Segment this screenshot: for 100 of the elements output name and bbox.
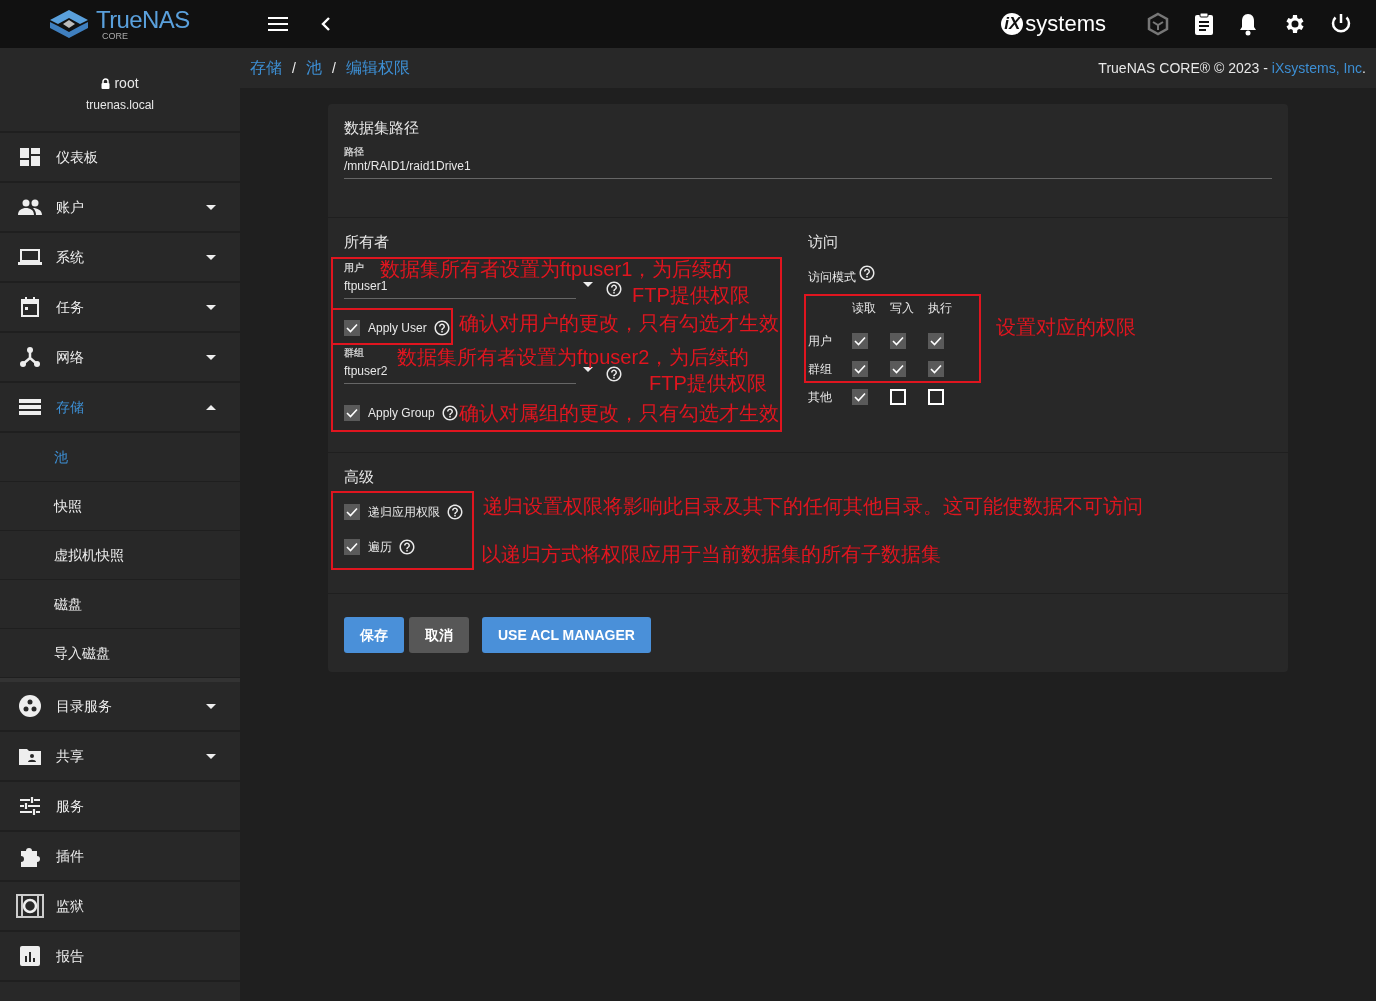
caret-down-icon: [206, 703, 216, 709]
storage-icon: [19, 399, 41, 415]
section-title: 所有者: [344, 232, 390, 252]
checkbox[interactable]: [928, 389, 944, 405]
breadcrumb-link[interactable]: 池: [305, 56, 322, 80]
sidebar-subitem[interactable]: 快照: [0, 482, 240, 531]
annotation-text: FTP提供权限: [632, 283, 750, 307]
help-icon[interactable]: [432, 319, 451, 337]
cancel-button[interactable]: 取消: [409, 617, 469, 653]
section-title: 访问: [808, 232, 839, 252]
cube-icon[interactable]: [1146, 12, 1170, 36]
power-icon[interactable]: [1330, 13, 1352, 35]
checkbox[interactable]: [852, 333, 868, 349]
annotation-text: 确认对属组的更改，只有勾选才生效: [459, 401, 779, 425]
bell-icon[interactable]: [1238, 12, 1258, 36]
row-label: 用户: [808, 333, 833, 350]
sidebar-item[interactable]: 共享: [0, 732, 240, 782]
row-label: 群组: [808, 361, 833, 378]
help-icon[interactable]: [446, 503, 464, 521]
field-label: 群组: [344, 347, 364, 359]
checkbox-label: Apply User: [368, 320, 427, 337]
dots-circle-icon: [19, 695, 41, 717]
checkbox[interactable]: [852, 389, 868, 405]
breadcrumb-separator: /: [331, 58, 336, 78]
dashboard-icon: [20, 148, 40, 166]
people-icon: [18, 199, 42, 215]
checkbox-label: 遍历: [368, 539, 392, 556]
row-label: 其他: [808, 389, 833, 406]
annotation-text: 以递归方式将权限应用于当前数据集的所有子数据集: [481, 542, 941, 566]
host-name: truenas.local: [85, 97, 154, 114]
checkbox[interactable]: [890, 361, 906, 377]
calendar-icon: [21, 297, 39, 317]
sidebar-item[interactable]: 插件: [0, 832, 240, 882]
checkbox[interactable]: [344, 320, 360, 336]
field-label: 用户: [344, 262, 364, 274]
laptop-icon: [18, 249, 42, 265]
copyright-end: .: [1362, 58, 1366, 78]
sidebar-item[interactable]: 存储: [0, 383, 240, 433]
checkbox-label: 递归应用权限: [368, 504, 440, 521]
sidebar-item[interactable]: 网络: [0, 333, 240, 383]
help-icon[interactable]: [605, 280, 623, 298]
copyright-text: TrueNAS CORE® © 2023 -: [1098, 58, 1268, 78]
sidebar-item[interactable]: 账户: [0, 183, 240, 233]
checkbox-label: Apply Group: [368, 405, 435, 422]
path-field[interactable]: 路径 /mnt/RAID1/raid1Drive1: [344, 146, 1272, 179]
folder-person-icon: [19, 747, 41, 765]
checkbox[interactable]: [928, 333, 944, 349]
cage-icon: [16, 894, 44, 918]
bar-chart-icon: [20, 946, 40, 966]
sliders-icon: [20, 796, 40, 816]
user-name: root: [114, 74, 139, 93]
column-header: 写入: [890, 300, 915, 317]
help-icon[interactable]: [440, 404, 459, 422]
annotation-text: 确认对用户的更改，只有勾选才生效: [459, 311, 779, 335]
sidebar-item[interactable]: 仪表板: [0, 133, 240, 183]
sidebar-subitem[interactable]: 池: [0, 433, 240, 482]
sidebar-subitem[interactable]: 虚拟机快照: [0, 531, 240, 580]
sidebar-item[interactable]: 监狱: [0, 882, 240, 932]
column-header: 执行: [928, 300, 953, 317]
network-icon: [20, 347, 40, 367]
caret-down-icon: [206, 304, 216, 310]
checkbox[interactable]: [344, 405, 360, 421]
annotation-text: 设置对应的权限: [996, 315, 1136, 339]
annotation-text: FTP提供权限: [649, 371, 767, 395]
checkbox[interactable]: [344, 504, 360, 520]
chevron-left-icon: [321, 17, 331, 31]
sidebar-subitem[interactable]: 磁盘: [0, 580, 240, 629]
checkbox[interactable]: [928, 361, 944, 377]
checkbox[interactable]: [344, 539, 360, 555]
clipboard-icon[interactable]: [1194, 12, 1214, 36]
column-header: 读取: [852, 300, 877, 317]
section-title: 高级: [344, 467, 375, 487]
caret-down-icon: [206, 254, 216, 260]
lock-icon: [101, 78, 111, 89]
checkbox[interactable]: [890, 389, 906, 405]
breadcrumb-separator: /: [292, 58, 296, 78]
sidebar-item[interactable]: 报告: [0, 932, 240, 982]
annotation-text: 递归设置权限将影响此目录及其下的任何其他目录。这可能使数据不可访问: [483, 494, 1143, 518]
logo-subtext: CORE: [101, 31, 129, 41]
sidebar-item[interactable]: 目录服务: [0, 682, 240, 732]
checkbox[interactable]: [890, 333, 906, 349]
help-icon[interactable]: [398, 538, 416, 556]
breadcrumb-link[interactable]: 存储: [250, 56, 282, 80]
sidebar-item[interactable]: 系统: [0, 233, 240, 283]
caret-down-icon: [583, 282, 593, 287]
vendor-badge: iX: [1001, 13, 1024, 35]
caret-down-icon: [206, 354, 216, 360]
checkbox[interactable]: [852, 361, 868, 377]
field-label: 访问模式: [808, 268, 856, 286]
caret-down-icon: [206, 204, 216, 210]
help-icon[interactable]: [858, 264, 876, 282]
sidebar-item[interactable]: 任务: [0, 283, 240, 333]
logo-icon: [50, 10, 88, 38]
caret-up-icon: [206, 404, 216, 410]
puzzle-icon: [19, 845, 41, 867]
caret-down-icon: [206, 753, 216, 759]
section-title: 数据集路径: [344, 118, 420, 138]
vendor-text: systems: [1025, 13, 1106, 35]
sidebar-item[interactable]: 服务: [0, 782, 240, 832]
breadcrumb-link[interactable]: 编辑权限: [345, 56, 410, 80]
